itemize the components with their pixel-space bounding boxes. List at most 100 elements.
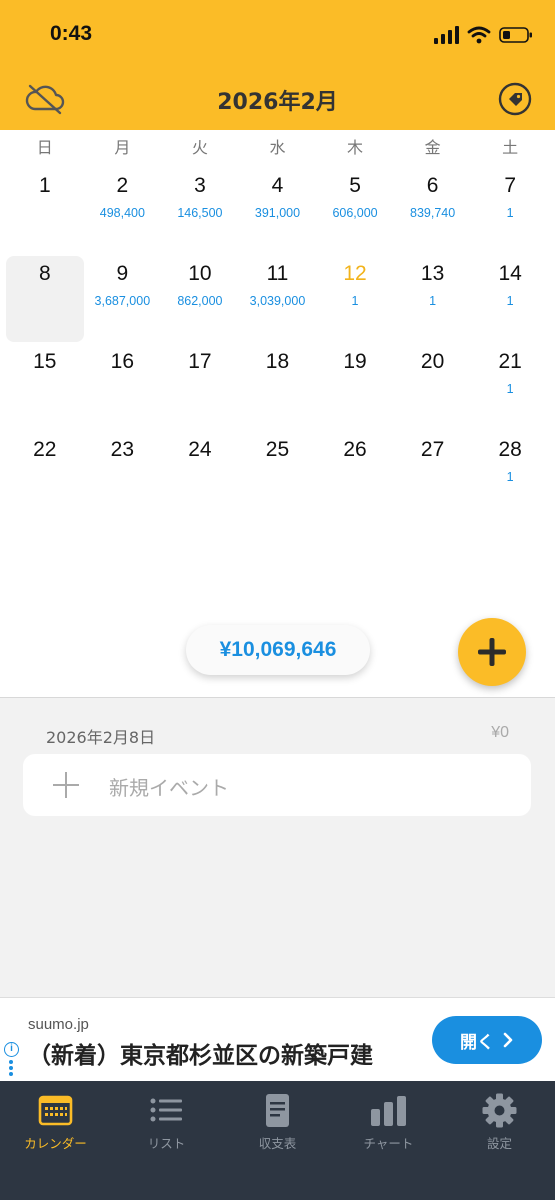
tab-list[interactable]: リスト	[111, 1081, 222, 1171]
status-icons	[434, 24, 533, 46]
day-cell[interactable]: 71	[471, 168, 549, 254]
day-number: 25	[265, 438, 290, 461]
add-button[interactable]	[458, 618, 526, 686]
new-event-button[interactable]: 新規イベント	[23, 754, 531, 816]
day-number: 10	[188, 262, 212, 285]
day-amount: 862,000	[177, 294, 223, 308]
day-cell[interactable]: 15	[6, 344, 84, 430]
day-cell[interactable]: 10 862,000	[161, 256, 239, 342]
day-cell[interactable]: 6 839,740	[394, 168, 472, 254]
day-amount: 498,400	[99, 206, 145, 220]
day-cell[interactable]: 26	[316, 432, 394, 518]
calendar-week: 22 23 24 25 26 27 28 1	[6, 432, 549, 520]
day-number: 11	[266, 262, 289, 285]
tab-report[interactable]: 収支表	[222, 1081, 333, 1171]
day-cell[interactable]: 19	[316, 344, 394, 430]
day-amount: 1	[351, 294, 359, 308]
day-number: 21	[498, 350, 522, 373]
weekday-sun: 日	[36, 138, 53, 157]
chevron-right-icon	[503, 1032, 513, 1048]
wifi-icon	[467, 26, 491, 44]
day-cell[interactable]: 23	[84, 432, 162, 518]
day-cell[interactable]: 9 3,687,000	[84, 256, 162, 342]
day-amount: 1	[506, 470, 514, 484]
weekday-header: 日 月 火 水 木 金 土	[6, 132, 549, 166]
day-number: 16	[110, 350, 135, 373]
ad-menu-icon[interactable]	[9, 1060, 13, 1078]
tab-calendar-label: カレンダー	[24, 1136, 87, 1151]
day-number: 1	[38, 174, 51, 197]
day-number: 7	[504, 174, 516, 197]
day-amount: 839,740	[410, 206, 456, 220]
day-cell[interactable]: 18	[239, 344, 317, 430]
weekday-wed: 水	[269, 138, 286, 157]
day-cell[interactable]: 20	[394, 344, 472, 430]
day-cell[interactable]: 2 498,400	[84, 168, 162, 254]
day-number: 4	[271, 174, 284, 197]
day-cell[interactable]: 3 146,500	[161, 168, 239, 254]
ad-title: （新着）東京都杉並区の新築戸建	[28, 1043, 373, 1069]
day-cell[interactable]: 8	[6, 256, 84, 342]
bar-chart-icon	[371, 1096, 406, 1126]
day-number: 9	[116, 262, 129, 285]
tab-chart[interactable]: チャート	[333, 1081, 444, 1171]
tab-settings[interactable]: 設定	[444, 1081, 555, 1171]
day-cell[interactable]: 12 1	[316, 256, 394, 342]
month-total: ¥10,069,646	[186, 625, 370, 675]
day-cell[interactable]: 22	[6, 432, 84, 518]
day-amount: 1	[506, 206, 514, 220]
day-cell[interactable]: 11 3,039,000	[239, 256, 317, 342]
calendar-week: 8 9 3,687,000 10 862,000 11 3,039,000 12 1 13 1 14 1	[6, 256, 549, 344]
calendar-week: 15 16 17 18 19 20 21 1	[6, 344, 549, 432]
day-amount: 1	[506, 294, 514, 308]
battery-icon	[499, 27, 532, 43]
day-number: 5	[349, 174, 361, 197]
ad-domain: suumo.jp	[28, 1016, 89, 1033]
list-icon	[150, 1098, 182, 1122]
day-cell[interactable]: 27	[394, 432, 472, 518]
calendar-week: 1 2 498,400 3 146,500 4 391,000 5 606,000 6 839,74…	[6, 168, 549, 256]
day-amount: 3,039,000	[249, 294, 306, 308]
day-amount: 391,000	[254, 206, 301, 220]
day-number: 22	[33, 438, 57, 461]
day-amount: 1	[506, 382, 514, 396]
tag-icon[interactable]	[498, 82, 532, 116]
status-time: 0:43	[50, 22, 93, 45]
ad-banner[interactable]: i suumo.jp （新着）東京都杉並区の新築戸建 開く	[0, 997, 555, 1081]
selected-date: 2026年2月8日	[46, 728, 156, 747]
day-cell[interactable]: 25	[239, 432, 317, 518]
day-cell[interactable]: 4 391,000	[239, 168, 317, 254]
day-cell[interactable]: 14 1	[471, 256, 549, 342]
day-number: 15	[33, 350, 57, 373]
day-detail-panel: 2026年2月8日 ¥0 新規イベント	[0, 697, 555, 997]
calendar-grid: 1 2 498,400 3 146,500 4 391,000 5 606,000 6 839,74…	[6, 168, 549, 520]
day-number: 27	[420, 438, 445, 461]
day-number: 8	[38, 262, 51, 285]
plus-icon	[478, 638, 506, 666]
month-title[interactable]: 2026年2月	[0, 84, 555, 116]
day-number: 23	[110, 438, 135, 461]
day-number: 20	[420, 350, 445, 373]
ad-info-icon[interactable]: i	[4, 1042, 19, 1057]
tab-settings-label: 設定	[486, 1136, 512, 1151]
day-cell[interactable]: 24	[161, 432, 239, 518]
day-number: 24	[188, 438, 212, 461]
weekday-fri: 金	[424, 138, 441, 157]
document-icon	[266, 1094, 289, 1127]
ad-open-label: 開く	[460, 1032, 494, 1053]
day-cell[interactable]: 21 1	[471, 344, 549, 430]
day-cell[interactable]: 5 606,000	[316, 168, 394, 254]
day-number: 3	[194, 174, 206, 197]
gear-icon	[482, 1093, 517, 1128]
signal-icon	[434, 26, 459, 44]
day-cell[interactable]: 28 1	[471, 432, 549, 518]
day-number: 19	[343, 350, 367, 373]
day-number: 17	[188, 350, 212, 373]
ad-open-button[interactable]: 開く	[432, 1016, 542, 1064]
day-cell[interactable]: 13 1	[394, 256, 472, 342]
tab-calendar[interactable]: カレンダー	[0, 1081, 111, 1171]
day-cell[interactable]: 1	[6, 168, 84, 254]
day-cell[interactable]: 16	[84, 344, 162, 430]
day-cell[interactable]: 17	[161, 344, 239, 430]
tab-report-label: 収支表	[258, 1136, 297, 1151]
